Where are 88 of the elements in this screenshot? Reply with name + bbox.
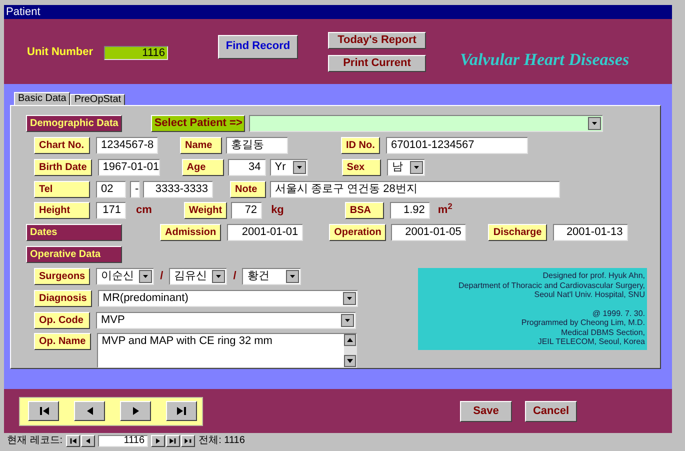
next-record-button[interactable] [120,401,151,421]
field-label: BSA [344,202,384,220]
last-icon [168,436,177,444]
record-number-field[interactable]: 1116 [98,434,148,446]
field-label: Op. Name [34,333,91,350]
tab[interactable]: PreOpStat [70,94,126,105]
save-button[interactable]: Save [460,400,512,422]
credit-line: @ 1999. 7. 30. [592,308,645,318]
next-icon [154,436,162,444]
previous-record-button[interactable] [80,434,95,446]
dropdown-field[interactable]: 김유신 [169,268,228,285]
previous-record-button[interactable] [74,401,105,421]
dropdown-field[interactable]: 황건 [242,268,302,285]
unit-number-field[interactable]: 1116 [104,46,168,60]
cancel-button[interactable]: Cancel [525,400,577,422]
select-patient-button[interactable]: Select Patient => [151,115,246,132]
text-field[interactable]: 171 [96,202,126,220]
last-record-button[interactable] [166,401,197,421]
field-label: Sex [342,158,381,176]
text-field[interactable]: 홍길동 [226,137,288,154]
text-field[interactable]: 670101-1234567 [386,137,528,154]
dropdown-field[interactable]: Yr [270,158,308,176]
dropdown-field[interactable]: MVP [96,312,356,329]
text-field[interactable]: 02 [96,180,126,198]
text-field[interactable]: 2001-01-01 [227,224,304,241]
text-field[interactable]: 1967-01-01 [98,158,160,176]
field-label: Diagnosis [34,290,92,307]
window-title-bar: Patient [4,5,672,19]
first-icon [38,405,50,417]
record-label: 현재 레코드: [7,434,63,448]
text-area[interactable]: MVP and MAP with CE ring 32 mm [96,333,357,368]
text-field[interactable]: 2001-01-05 [391,224,466,241]
dropdown-field[interactable]: 이순신 [96,268,154,285]
credit-line: Department of Thoracic and Cardiovascular Surgery, [458,280,645,290]
next-record-button[interactable] [150,434,165,446]
dropdown-field[interactable]: 남 [386,158,425,176]
print-current-button[interactable]: Print Current [328,54,426,72]
text-field[interactable]: 2001-01-13 [552,224,628,241]
text-field[interactable]: 서울시 종로구 연건동 28번지 [270,180,560,198]
record-total: 전체: 1116 [198,434,245,448]
unit-label: m$^{2}$ [438,202,452,218]
field-label: Admission [160,224,222,241]
text-field[interactable]: 1.92 [390,202,430,220]
field-label: Surgeons [34,268,90,285]
dropdown-field[interactable] [249,115,604,132]
previous-icon [84,436,92,444]
field-label: Note [230,180,266,198]
section-heading: Dates [26,224,122,241]
section-heading: Demographic Data [26,115,122,132]
field-label: Op. Code [34,312,90,329]
text-field[interactable]: 34 [228,158,266,176]
field-label: ID No. [341,137,380,154]
dropdown-field[interactable]: MR(predominant) [98,290,358,307]
tab[interactable]: Basic Data [14,92,70,105]
section-heading: Operative Data [26,246,122,263]
unit-label: kg [271,203,284,218]
text-field[interactable]: 1234567-8 [96,137,158,154]
field-label: Operation [329,224,386,241]
field-label: Discharge [488,224,547,241]
separator-slash: / [160,268,164,284]
text-field[interactable]: 72 [231,202,262,220]
field-label: Chart No. [34,137,90,154]
field-label: Height [34,202,90,220]
credit-line: Programmed by Cheong Lim, M.D. [521,318,645,328]
field-label: Tel [34,180,90,198]
last-icon [176,405,188,417]
app-title: Valvular Heart Diseases [460,48,630,71]
credit-line: Seoul Nat'l Univ. Hospital, SNU [534,290,645,300]
last-record-button[interactable] [166,434,180,446]
find-record-button[interactable]: Find Record [218,34,298,58]
unit-number-label: Unit Number [27,45,93,60]
credit-line: Designed for prof. Hyuk Ahn, [542,271,645,281]
text-field[interactable]: - [130,180,140,198]
credit-line: Medical DBMS Section, [560,328,645,338]
first-record-button[interactable] [66,434,80,446]
new-record-icon [184,436,192,444]
text-field[interactable]: 3333-3333 [143,180,213,198]
credit-line: JEIL TELECOM, Seoul, Korea [538,337,645,347]
unit-label: cm [136,203,152,218]
todays-report-button[interactable]: Today's Report [328,32,426,48]
field-label: Weight [184,202,228,220]
new-record-button[interactable] [180,434,195,446]
first-record-button[interactable] [28,401,59,421]
field-label: Birth Date [34,158,92,176]
field-label: Age [182,158,224,176]
field-label: Name [180,137,222,154]
first-icon [68,436,77,444]
separator-slash: / [233,268,236,284]
